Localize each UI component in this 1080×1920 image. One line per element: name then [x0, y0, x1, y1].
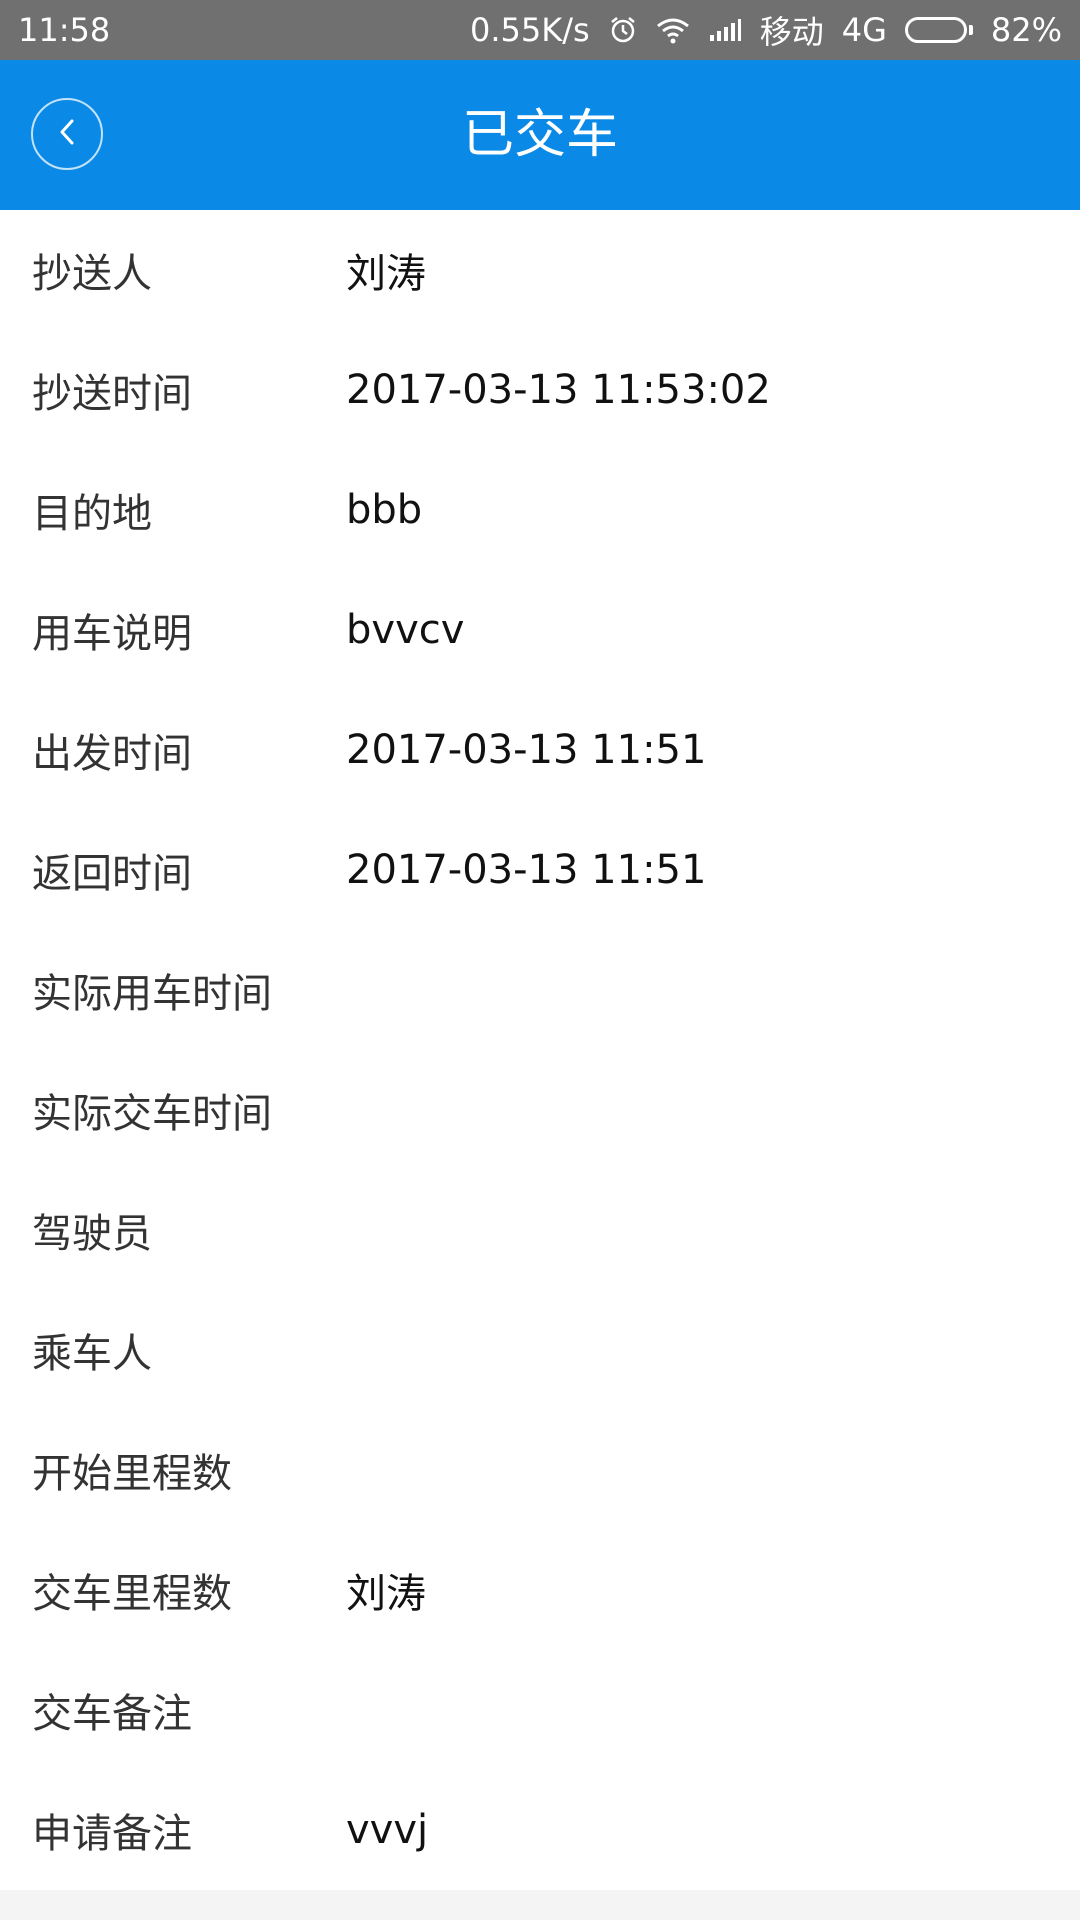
- signal-icon: [708, 17, 742, 43]
- alarm-icon: [608, 15, 638, 45]
- field-row: 目的地 bbb: [0, 450, 1080, 570]
- field-label: 开始里程数: [32, 1451, 232, 1497]
- field-row: 用车说明 bvvcv: [0, 570, 1080, 690]
- field-row: 开始里程数: [0, 1410, 1080, 1530]
- back-chevron-icon: [55, 116, 79, 152]
- field-row: 乘车人: [0, 1290, 1080, 1410]
- back-button[interactable]: [31, 98, 103, 170]
- status-bar: 11:58 0.55K/s 移动 4G 82%: [0, 0, 1080, 60]
- field-row: 交车备注: [0, 1650, 1080, 1770]
- field-row: 抄送人 刘涛: [0, 210, 1080, 330]
- field-value: bbb: [346, 487, 423, 533]
- field-value: 刘涛: [346, 1571, 426, 1617]
- status-right: 0.55K/s 移动 4G 82%: [470, 7, 1062, 53]
- field-label: 交车里程数: [32, 1571, 232, 1617]
- wifi-icon: [656, 16, 690, 44]
- network-type: 4G: [841, 11, 887, 49]
- app-bar: 已交车: [0, 60, 1080, 210]
- field-label: 交车备注: [32, 1691, 192, 1737]
- field-label: 抄送时间: [32, 371, 192, 417]
- field-label: 申请备注: [32, 1811, 192, 1857]
- battery-icon: [904, 17, 973, 43]
- field-row: 实际交车时间: [0, 1050, 1080, 1170]
- field-label: 乘车人: [32, 1331, 152, 1377]
- page-title: 已交车: [461, 105, 618, 165]
- field-value: 2017-03-13 11:51: [346, 727, 707, 773]
- status-time: 11:58: [18, 11, 111, 49]
- net-speed: 0.55K/s: [470, 11, 590, 49]
- field-value: 刘涛: [346, 251, 426, 297]
- field-row: 驾驶员: [0, 1170, 1080, 1290]
- field-value: 2017-03-13 11:51: [346, 847, 707, 893]
- field-label: 实际用车时间: [32, 971, 272, 1017]
- field-value: bvvcv: [346, 607, 465, 653]
- field-label: 返回时间: [32, 851, 192, 897]
- field-row: 返回时间 2017-03-13 11:51: [0, 810, 1080, 930]
- field-label: 驾驶员: [32, 1211, 152, 1257]
- field-value: vvvj: [346, 1807, 429, 1853]
- field-label: 实际交车时间: [32, 1091, 272, 1137]
- field-label: 目的地: [32, 491, 152, 537]
- field-label: 出发时间: [32, 731, 192, 777]
- field-value: 2017-03-13 11:53:02: [346, 367, 771, 413]
- field-row: 出发时间 2017-03-13 11:51: [0, 690, 1080, 810]
- field-row: 实际用车时间: [0, 930, 1080, 1050]
- field-label: 抄送人: [32, 251, 152, 297]
- field-row: 申请备注 vvvj: [0, 1770, 1080, 1890]
- field-label: 用车说明: [32, 611, 192, 657]
- carrier-label: 移动: [759, 13, 824, 51]
- field-row: 抄送时间 2017-03-13 11:53:02: [0, 330, 1080, 450]
- detail-list: 抄送人 刘涛 抄送时间 2017-03-13 11:53:02 目的地 bbb …: [0, 210, 1080, 1890]
- battery-percent: 82%: [990, 11, 1062, 49]
- field-row: 交车里程数 刘涛: [0, 1530, 1080, 1650]
